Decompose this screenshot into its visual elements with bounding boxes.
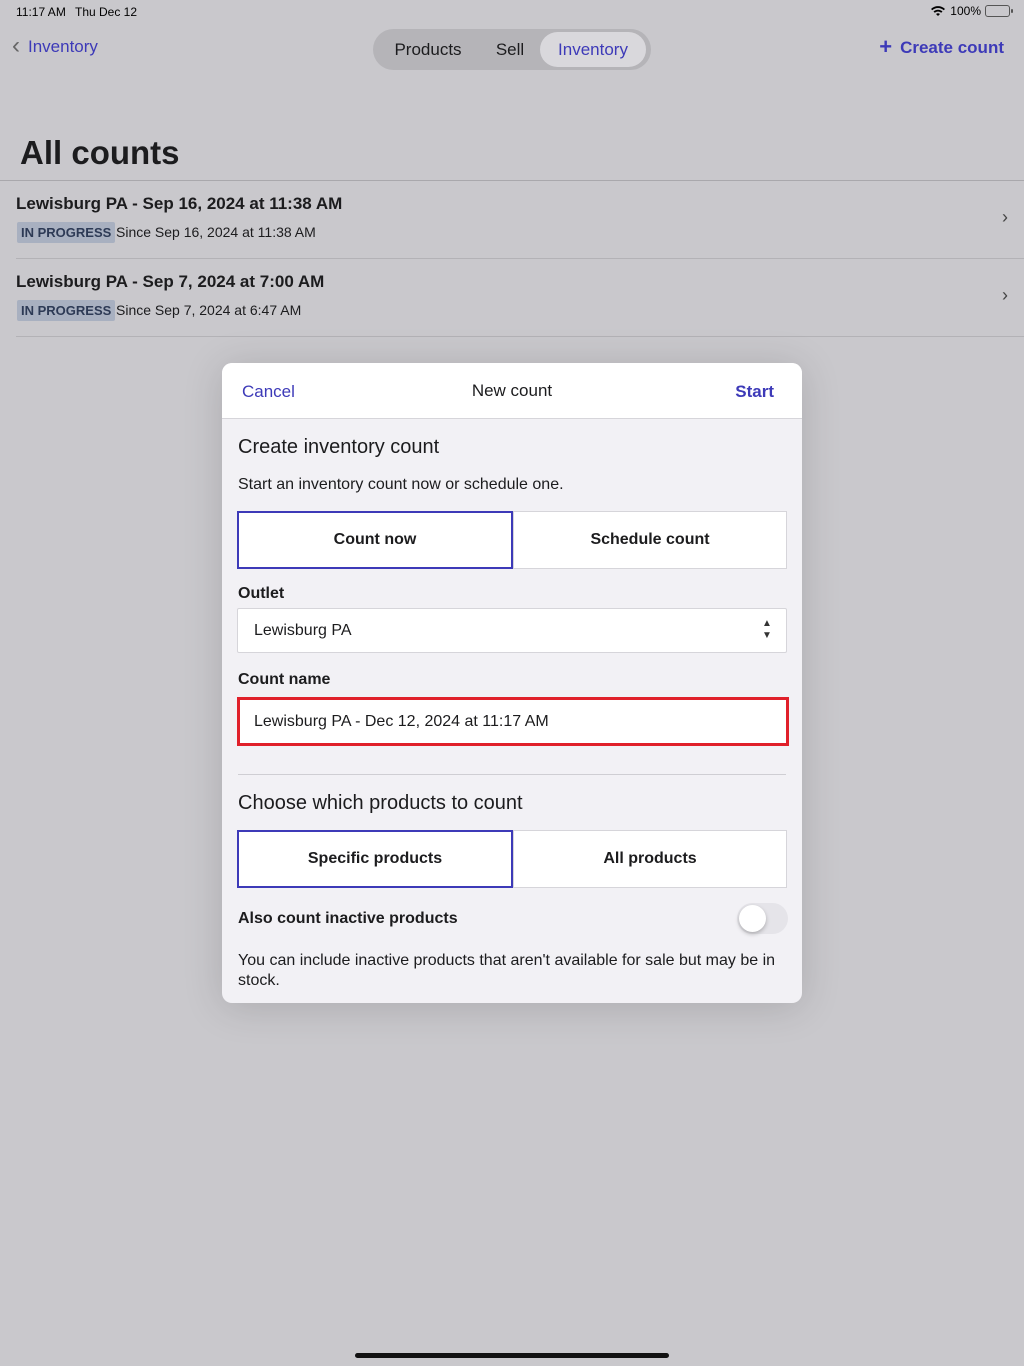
count-now-option[interactable]: Count now bbox=[237, 511, 513, 569]
products-heading: Choose which products to count bbox=[238, 792, 523, 814]
tab-products[interactable]: Products bbox=[376, 32, 480, 67]
outlet-select[interactable]: Lewisburg PA ▲ ▼ bbox=[237, 608, 787, 653]
status-bar: 11:17 AM Thu Dec 12 100% bbox=[0, 0, 1024, 24]
all-products-option[interactable]: All products bbox=[513, 830, 787, 888]
chevron-right-icon: › bbox=[1002, 207, 1008, 227]
create-heading: Create inventory count bbox=[238, 436, 440, 458]
inactive-products-toggle[interactable] bbox=[737, 903, 788, 934]
back-label: Inventory bbox=[28, 37, 98, 56]
count-since: Since Sep 16, 2024 at 11:38 AM bbox=[116, 224, 316, 240]
create-description: Start an inventory count now or schedule… bbox=[238, 476, 564, 493]
count-title: Lewisburg PA - Sep 16, 2024 at 11:38 AM bbox=[16, 194, 343, 213]
status-time: 11:17 AM bbox=[16, 5, 66, 19]
wifi-icon bbox=[931, 6, 946, 16]
home-indicator[interactable] bbox=[355, 1353, 669, 1358]
count-since: Since Sep 7, 2024 at 6:47 AM bbox=[116, 302, 302, 318]
create-count-button[interactable]: + Create count bbox=[879, 33, 1004, 59]
start-button[interactable]: Start bbox=[735, 382, 774, 402]
page-title: All counts bbox=[20, 134, 180, 171]
battery-charging-icon bbox=[985, 5, 1013, 17]
status-badge: IN PROGRESS bbox=[17, 222, 116, 243]
count-title: Lewisburg PA - Sep 7, 2024 at 7:00 AM bbox=[16, 272, 325, 291]
chevron-right-icon: › bbox=[1002, 285, 1008, 305]
section-divider bbox=[238, 774, 786, 775]
list-item[interactable]: Lewisburg PA - Sep 16, 2024 at 11:38 AM … bbox=[16, 181, 1024, 259]
back-button[interactable]: ‹ Inventory bbox=[12, 32, 98, 59]
tab-inventory[interactable]: Inventory bbox=[540, 32, 646, 67]
battery-percent: 100% bbox=[950, 4, 981, 18]
status-right: 100% bbox=[930, 4, 1013, 18]
status-date: Thu Dec 12 bbox=[75, 5, 138, 19]
outlet-value: Lewisburg PA bbox=[254, 622, 352, 639]
section-switcher: Products Sell Inventory bbox=[373, 29, 651, 70]
status-badge: IN PROGRESS bbox=[17, 300, 116, 321]
tab-sell[interactable]: Sell bbox=[480, 32, 540, 67]
chevron-left-icon: ‹ bbox=[12, 32, 20, 59]
modal-header: Cancel New count Start bbox=[222, 363, 802, 419]
plus-icon: + bbox=[879, 33, 893, 59]
count-name-label: Count name bbox=[238, 671, 331, 688]
inactive-products-help: You can include inactive products that a… bbox=[238, 952, 776, 989]
specific-products-option[interactable]: Specific products bbox=[237, 830, 513, 888]
toggle-knob bbox=[739, 905, 766, 932]
inactive-products-label: Also count inactive products bbox=[238, 910, 458, 927]
modal-title: New count bbox=[471, 381, 553, 400]
count-name-input[interactable] bbox=[237, 697, 789, 746]
up-down-arrows-icon: ▲ ▼ bbox=[762, 618, 772, 641]
create-count-label: Create count bbox=[900, 38, 1004, 57]
new-count-modal: Cancel New count Start Create inventory … bbox=[222, 363, 802, 1003]
list-item[interactable]: Lewisburg PA - Sep 7, 2024 at 7:00 AM IN… bbox=[16, 259, 1024, 337]
product-scope-selector: Specific products All products bbox=[237, 830, 787, 888]
count-timing-selector: Count now Schedule count bbox=[237, 511, 787, 569]
outlet-label: Outlet bbox=[238, 585, 285, 602]
schedule-count-option[interactable]: Schedule count bbox=[513, 511, 787, 569]
